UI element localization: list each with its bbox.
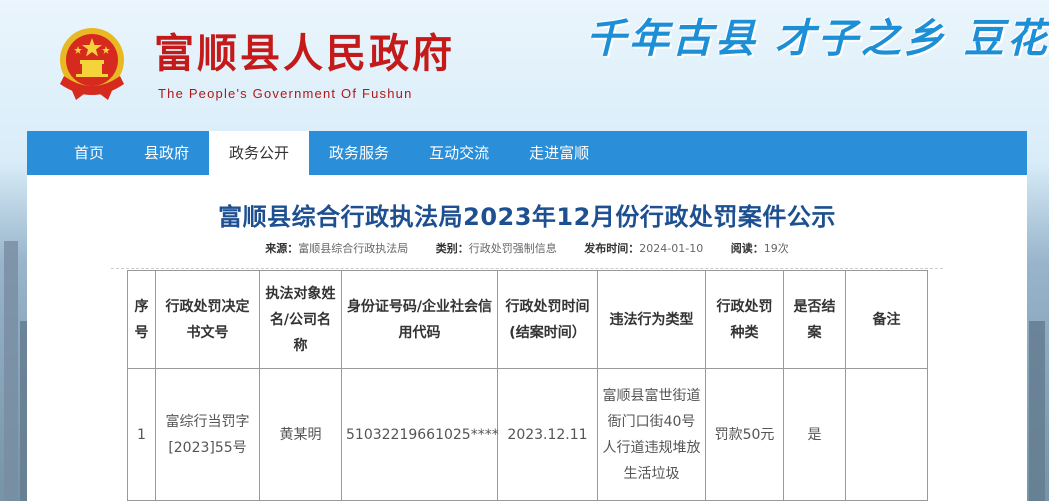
header-cell-id-number: 身份证号码/企业社会信用代码 bbox=[341, 270, 498, 369]
main-nav: 首页 县政府 政务公开 政务服务 互动交流 走进富顺 bbox=[27, 131, 1027, 175]
header-cell-target-name: 执法对象姓名/公司名称 bbox=[259, 270, 342, 369]
meta-views: 19次 bbox=[763, 242, 789, 255]
meta-date: 2024-01-10 bbox=[639, 242, 704, 255]
site-title: 富顺县人民政府 bbox=[154, 30, 455, 77]
header-cell-remarks: 备注 bbox=[845, 270, 928, 369]
article-content: 富顺县综合行政执法局2023年12月份行政处罚案件公示 来源：富顺县综合行政执法… bbox=[27, 175, 1027, 501]
national-emblem-icon bbox=[60, 28, 124, 100]
nav-item-interaction[interactable]: 互动交流 bbox=[409, 131, 509, 175]
site-slogan: 千年古县 才子之乡 豆花 bbox=[586, 15, 1049, 62]
nav-item-home[interactable]: 首页 bbox=[27, 131, 124, 175]
nav-item-about-fushun[interactable]: 走进富顺 bbox=[509, 131, 609, 175]
site-subtitle: The People's Government Of Fushun bbox=[158, 86, 413, 101]
header-cell-violation-type: 违法行为类型 bbox=[597, 270, 706, 369]
cell-remarks bbox=[845, 368, 928, 501]
cell-violation-type: 富顺县富世街道衙门口街40号人行道违规堆放生活垃圾 bbox=[597, 368, 706, 501]
cell-target-name: 黄某明 bbox=[259, 368, 342, 501]
cell-penalty-time: 2023.12.11 bbox=[497, 368, 598, 501]
header-cell-penalty-kind: 行政处罚种类 bbox=[705, 270, 784, 369]
cell-index: 1 bbox=[127, 368, 156, 501]
cell-id-number: 51032219661025**** bbox=[341, 368, 499, 501]
article-title: 富顺县综合行政执法局2023年12月份行政处罚案件公示 bbox=[218, 203, 836, 231]
nav-item-county-government[interactable]: 县政府 bbox=[124, 131, 209, 175]
table-row: 1 富综行当罚字[2023]55号 黄某明 51032219661025****… bbox=[127, 368, 928, 501]
header-cell-index: 序号 bbox=[127, 270, 156, 369]
nav-item-government-affairs-disclosure[interactable]: 政务公开 bbox=[209, 131, 310, 175]
table-header-row: 序号 行政处罚决定书文号 执法对象姓名/公司名称 身份证号码/企业社会信用代码 … bbox=[127, 270, 928, 369]
penalty-table: 序号 行政处罚决定书文号 执法对象姓名/公司名称 身份证号码/企业社会信用代码 … bbox=[127, 270, 928, 501]
cell-case-closed: 是 bbox=[783, 368, 846, 501]
meta-views-label: 阅读： bbox=[730, 242, 764, 255]
header-cell-case-closed: 是否结案 bbox=[783, 270, 846, 369]
site-header: 富顺县人民政府 The People's Government Of Fushu… bbox=[0, 0, 1049, 130]
meta-source: 富顺县综合行政执法局 bbox=[298, 242, 409, 255]
header-cell-penalty-time: 行政处罚时间(结案时间） bbox=[497, 270, 598, 369]
meta-category: 行政处罚强制信息 bbox=[468, 242, 557, 255]
cell-decision-number: 富综行当罚字[2023]55号 bbox=[155, 368, 260, 501]
meta-divider bbox=[111, 268, 943, 269]
header-cell-decision-number: 行政处罚决定书文号 bbox=[155, 270, 260, 369]
nav-item-government-services[interactable]: 政务服务 bbox=[309, 131, 409, 175]
meta-date-label: 发布时间： bbox=[584, 242, 640, 255]
article-meta: 来源：富顺县综合行政执法局 类别：行政处罚强制信息 发布时间：2024-01-1… bbox=[27, 240, 1027, 256]
cell-penalty-kind: 罚款50元 bbox=[705, 368, 784, 501]
meta-category-label: 类别： bbox=[435, 242, 469, 255]
meta-source-label: 来源： bbox=[265, 242, 299, 255]
